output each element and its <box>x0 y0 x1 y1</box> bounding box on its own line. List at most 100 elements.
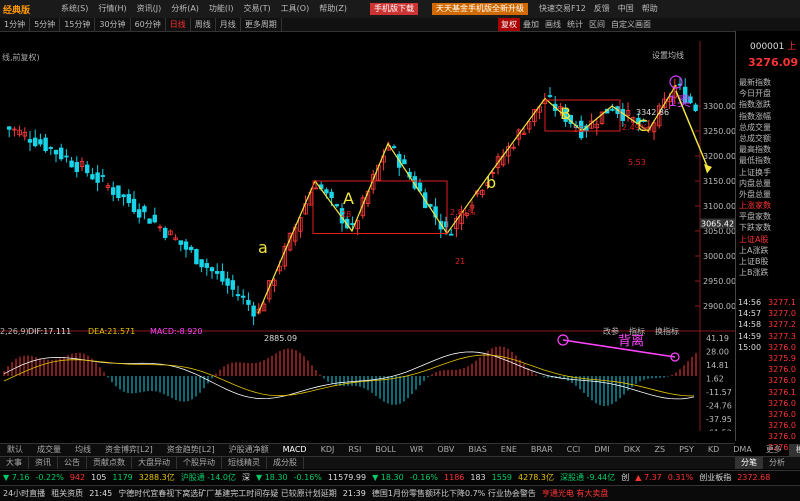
indicator-tab[interactable]: WR <box>403 444 430 456</box>
indicator-tab[interactable]: DMI <box>587 444 616 456</box>
quote-field-label: 上证换手 <box>739 167 771 177</box>
menu-item[interactable]: 资讯(J) <box>132 0 167 18</box>
chart-tool-button[interactable]: 自定义画面 <box>608 18 654 31</box>
chart-tool-button[interactable]: 画线 <box>542 18 564 31</box>
chart-tool-button[interactable]: 统计 <box>564 18 586 31</box>
y-tick-label: 3200.00 <box>703 152 735 161</box>
macd-y-tick: 1.62 <box>706 375 724 384</box>
indicator-tab[interactable]: CCI <box>560 444 588 456</box>
info-tab[interactable]: 大事 <box>0 457 29 469</box>
period-tab[interactable]: 更多周期 <box>241 18 282 31</box>
info-tab[interactable]: 个股异动 <box>177 457 222 469</box>
news-ticker[interactable]: 24小时直播 租关资质 21:45 宁德时代宜春视下窝选矿厂基建完工时间存疑 已较原计… <box>0 485 800 501</box>
quick-trade-button[interactable]: 快速交易F12 <box>535 0 590 18</box>
indicator-tab[interactable]: ENE <box>494 444 524 456</box>
menu-item[interactable]: 行情(H) <box>93 0 131 18</box>
period-tab[interactable]: 15分钟 <box>60 18 96 31</box>
indicator-tab[interactable]: 默认 <box>0 444 30 456</box>
indicator-tab[interactable]: 资金趋势[L2] <box>160 444 222 456</box>
period-tab[interactable]: 60分钟 <box>131 18 166 31</box>
indicator-tab[interactable]: ZS <box>648 444 673 456</box>
indicator-tab[interactable]: 成交量 <box>30 444 68 456</box>
menu-item[interactable]: 工具(O) <box>276 0 315 18</box>
info-tab[interactable]: 资讯 <box>29 457 58 469</box>
info-tab[interactable]: 公告 <box>58 457 87 469</box>
mobile-download-button[interactable]: 手机版下载 <box>370 3 418 15</box>
quote-item: 0.31% <box>667 473 694 482</box>
chart-tool-button[interactable]: 区间 <box>586 18 608 31</box>
indicator-tab[interactable]: BOLL <box>368 444 403 456</box>
menu-right-item[interactable]: 反馈 <box>590 0 614 18</box>
news-item[interactable]: 宁德时代宜春视下窝选矿厂基建完工时间存疑 已较原计划延期 <box>115 486 340 501</box>
indicator-tab[interactable]: BRAR <box>524 444 560 456</box>
indicator-tab[interactable]: OBV <box>430 444 461 456</box>
candle-body <box>7 126 12 130</box>
quote-item: 深 <box>242 473 250 482</box>
indicator-tab[interactable]: DKX <box>617 444 648 456</box>
period-tab[interactable]: 1分钟 <box>0 18 31 31</box>
period-tab[interactable]: 月线 <box>216 18 241 31</box>
fund-promo-link[interactable]: 天天基金手机版全新升级 <box>432 3 528 15</box>
period-tab[interactable]: 周线 <box>191 18 216 31</box>
menu-right-item[interactable]: 帮助 <box>638 0 662 18</box>
period-tab[interactable]: 5分钟 <box>30 18 61 31</box>
elliott-wave-line <box>257 84 677 314</box>
indicator-tab[interactable]: MACD <box>276 444 314 456</box>
indicator-tab[interactable]: KDJ <box>314 444 342 456</box>
tick-time: 14:57 <box>738 309 762 319</box>
indicator-tab[interactable]: 均线 <box>68 444 98 456</box>
news-item[interactable]: 21:45 <box>86 486 115 501</box>
tick-time <box>736 387 768 398</box>
quote-field-label: 内盘总量 <box>739 178 771 188</box>
quote-field-label: 最高指数 <box>739 145 771 155</box>
info-tab[interactable]: 大盘异动 <box>132 457 177 469</box>
tick-time <box>736 398 768 409</box>
chart-tool-button[interactable]: 复权 <box>498 18 520 31</box>
kline-chart[interactable]: 3300.003250.003200.003150.003100.003050.… <box>0 31 735 431</box>
menu-right-item[interactable]: 中国 <box>614 0 638 18</box>
tick-time <box>736 431 768 442</box>
quote-item: 1179 <box>112 473 133 482</box>
news-item[interactable]: 德国1月份零售额环比下降0.7% 行业协会警告 <box>369 486 539 501</box>
candle-body <box>391 146 397 148</box>
period-tab[interactable]: 日线 <box>166 18 191 31</box>
tick-row: 3275.9 <box>736 353 800 364</box>
news-item[interactable]: 亨通光电 有大卖盘 <box>539 486 612 501</box>
quote-item: -0.16% <box>293 473 322 482</box>
menu-item[interactable]: 交易(T) <box>239 0 276 18</box>
indicator-tab[interactable]: 更多 <box>759 444 789 456</box>
macd-y-tick: -61.52 <box>706 429 732 432</box>
indicator-tab[interactable]: PSY <box>672 444 701 456</box>
indicator-tab[interactable]: RSI <box>341 444 368 456</box>
menu-item[interactable]: 系统(S) <box>56 0 93 18</box>
y-tick-label: 3250.00 <box>703 127 735 136</box>
indicator-tab[interactable]: 模板 <box>788 444 800 456</box>
indicator-tab[interactable]: DMA <box>726 444 759 456</box>
tick-row: 14:57 3277.0 <box>736 308 800 319</box>
indicator-tab[interactable]: BIAS <box>461 444 493 456</box>
menu-item[interactable]: 功能(I) <box>204 0 239 18</box>
macd-value-label: MACD:-8.920 <box>150 327 202 336</box>
period-tab[interactable]: 30分钟 <box>95 18 131 31</box>
menu-item[interactable]: 分析(A) <box>166 0 204 18</box>
quote-item: 942 <box>69 473 86 482</box>
info-tab[interactable]: 成分股 <box>267 457 304 469</box>
period-selector: 1分钟 5分钟 15分钟 30分钟 60分钟 日线 周线 月线 更多周期 <box>0 18 282 31</box>
indicator-tab[interactable]: 沪股通净额 <box>222 444 276 456</box>
candle-body <box>183 241 189 250</box>
menu-item[interactable]: 帮助(Z) <box>314 0 352 18</box>
right-tab[interactable]: 分笔 <box>735 457 763 469</box>
indicator-tab[interactable]: KD <box>701 444 726 456</box>
news-item[interactable]: 租关资质 <box>48 486 86 501</box>
tick-list[interactable]: 14:56 3277.1 14:57 3277.0 14:58 3277.2 14:59 32… <box>736 297 800 465</box>
indicator-tab[interactable]: 资金博弈[L2] <box>98 444 160 456</box>
right-tab[interactable]: 分析 <box>763 457 791 469</box>
news-item[interactable]: 21:39 <box>340 486 369 501</box>
dif-line <box>3 351 695 400</box>
news-item[interactable]: 24小时直播 <box>0 486 48 501</box>
candle-body <box>246 299 251 305</box>
chart-tool-button[interactable]: 叠加 <box>520 18 542 31</box>
info-tab[interactable]: 贡献点数 <box>87 457 132 469</box>
macd-dea-label: DEA:21.571 <box>88 327 135 336</box>
info-tab[interactable]: 短线精灵 <box>222 457 267 469</box>
